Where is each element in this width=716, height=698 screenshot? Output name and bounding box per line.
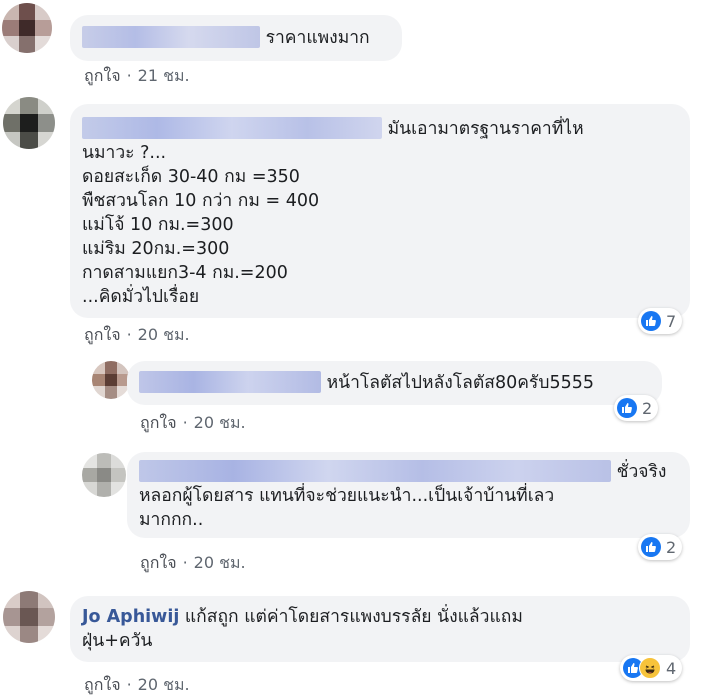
like-icon — [641, 537, 661, 557]
comment-meta: ถูกใจ · 20 ชม. — [84, 325, 190, 344]
like-link[interactable]: ถูกใจ — [140, 413, 177, 432]
commenter-name[interactable]: Jo Aphiwij — [82, 607, 179, 627]
commenter-name[interactable] — [82, 26, 260, 48]
timestamp[interactable]: 20 ชม. — [194, 553, 246, 572]
comment-text-line: ...คิดมั่วไปเรื่อย — [82, 287, 200, 307]
comment-text: ราคาแพงมาก — [265, 28, 370, 48]
reaction-summary[interactable]: 7 — [638, 308, 683, 334]
comment-meta: ถูกใจ · 21 ชม. — [84, 66, 190, 85]
comment-bubble: Jo Aphiwij แก้สถูก แต่ค่าโดยสารแพงบรรลัย… — [70, 596, 690, 662]
comment-text-line: ชั่วจริง — [616, 462, 667, 482]
avatar[interactable] — [2, 3, 52, 53]
comment-text-line: พืชสวนโลก 10 กว่า กม = 400 — [82, 191, 320, 211]
timestamp[interactable]: 20 ชม. — [138, 675, 190, 694]
comment-bubble: ราคาแพงมาก — [70, 15, 402, 61]
like-icon — [617, 398, 637, 418]
like-link[interactable]: ถูกใจ — [84, 66, 121, 85]
reaction-count: 7 — [666, 311, 677, 331]
commenter-name[interactable] — [139, 460, 611, 482]
comment-text-line: ดอยสะเก็ด 30-40 กม =350 — [82, 167, 300, 187]
comment-meta: ถูกใจ · 20 ชม. — [140, 553, 246, 572]
like-link[interactable]: ถูกใจ — [84, 675, 121, 694]
reaction-summary[interactable]: 4 — [620, 655, 683, 681]
comment-text: หน้าโลตัสไปหลังโลตัส80ครับ5555 — [326, 373, 594, 393]
comment-text-line: หลอกผู้โดยสาร แทนที่จะช่วยแนะนำ...เป็นเจ… — [139, 486, 555, 506]
timestamp[interactable]: 21 ชม. — [138, 66, 190, 85]
reaction-count: 2 — [666, 537, 677, 557]
comment-text-line: มันเอามาตรฐานราคาที่ไห — [387, 119, 584, 139]
comment-bubble: มันเอามาตรฐานราคาที่ไห นมาวะ ?... ดอยสะเ… — [70, 104, 690, 318]
like-link[interactable]: ถูกใจ — [84, 325, 121, 344]
comment-text-line: ฝุ่น+ควัน — [82, 631, 153, 651]
comment-text-line: กาดสามแยก3-4 กม.=200 — [82, 263, 288, 283]
timestamp[interactable]: 20 ชม. — [138, 325, 190, 344]
comment-text-line: นมาวะ ?... — [82, 143, 167, 163]
comment-bubble: ชั่วจริง หลอกผู้โดยสาร แทนที่จะช่วยแนะนำ… — [127, 452, 690, 538]
reaction-summary[interactable]: 2 — [638, 534, 683, 560]
commenter-name[interactable] — [139, 371, 321, 393]
comment-meta: ถูกใจ · 20 ชม. — [84, 675, 190, 694]
comment-bubble: หน้าโลตัสไปหลังโลตัส80ครับ5555 — [127, 361, 662, 405]
reaction-count: 2 — [642, 398, 653, 418]
avatar[interactable] — [3, 591, 55, 643]
avatar[interactable] — [3, 97, 55, 149]
reaction-count: 4 — [666, 658, 677, 678]
avatar[interactable] — [82, 453, 126, 497]
comment-text-line: แก้สถูก แต่ค่าโดยสารแพงบรรลัย นั่งแล้วแถ… — [184, 607, 523, 627]
comment-meta: ถูกใจ · 20 ชม. — [140, 413, 246, 432]
comment-text-line: แม่โจ้ 10 กม.=300 — [82, 215, 234, 235]
timestamp[interactable]: 20 ชม. — [194, 413, 246, 432]
like-link[interactable]: ถูกใจ — [140, 553, 177, 572]
reaction-summary[interactable]: 2 — [614, 395, 659, 421]
commenter-name[interactable] — [82, 117, 382, 139]
like-icon — [641, 311, 661, 331]
avatar[interactable] — [92, 361, 130, 399]
comment-text-line: มากกก.. — [139, 510, 204, 530]
haha-icon — [639, 657, 661, 679]
comment-text-line: แม่ริม 20กม.=300 — [82, 239, 230, 259]
